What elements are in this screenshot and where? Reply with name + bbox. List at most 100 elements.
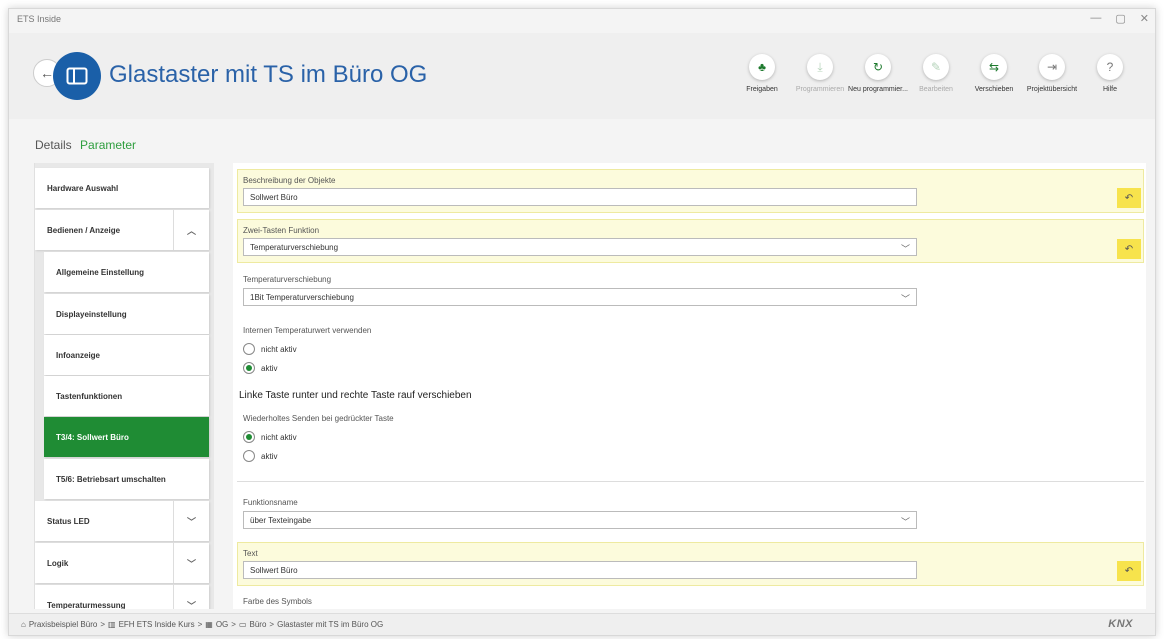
program-button[interactable]: ⤓ Programmieren — [791, 54, 849, 93]
text-label: Text — [243, 549, 258, 558]
sidebar-toggle-icon — [66, 67, 88, 85]
dropdown-value: Temperaturverschiebung — [250, 242, 339, 252]
farbe-label: Farbe des Symbols — [243, 597, 312, 606]
nav-item-tastenfunktionen[interactable]: Tastenfunktionen — [44, 376, 209, 416]
radio-button[interactable] — [243, 362, 255, 374]
nav-item-temperaturmessung[interactable]: Temperaturmessung ﹀ — [35, 585, 209, 609]
building-icon: ▥ — [108, 620, 116, 629]
minimize-icon[interactable]: — — [1090, 12, 1101, 25]
nav-item-bedienen-anzeige[interactable]: Bedienen / Anzeige ︿ — [35, 210, 209, 250]
nav-item-label: Status LED — [47, 516, 90, 526]
status-bar: ⌂ Praxisbeispiel Büro > ▥ EFH ETS Inside… — [9, 613, 1155, 635]
nav-item-logik[interactable]: Logik ﹀ — [35, 543, 209, 583]
nav-item-displayeinstellung[interactable]: Displayeinstellung — [44, 294, 209, 334]
reload-icon: ↻ — [865, 54, 891, 80]
breadcrumb-separator: > — [197, 620, 203, 629]
floor-icon: ▦ — [205, 620, 213, 629]
exit-icon: ⇥ — [1039, 54, 1065, 80]
edit-button[interactable]: ✎ Bearbeiten — [907, 54, 965, 93]
back-arrow-icon: ← — [40, 65, 54, 81]
undo-button[interactable]: ↶ — [1117, 188, 1141, 208]
nav-item-allgemeine-einstellung[interactable]: Allgemeine Einstellung — [44, 252, 209, 292]
temperaturverschiebung-label: Temperaturverschiebung — [243, 275, 332, 284]
chevron-up-icon[interactable]: ︿ — [173, 210, 209, 250]
share-button[interactable]: ♣ Freigaben — [733, 54, 791, 93]
breadcrumb-item[interactable]: Glastaster mit TS im Büro OG — [277, 620, 383, 629]
device-icon — [53, 52, 101, 100]
undo-icon: ↶ — [1124, 192, 1134, 204]
breadcrumb-item[interactable]: Praxisbeispiel Büro — [29, 620, 97, 629]
radio-label: nicht aktiv — [261, 432, 297, 442]
home-icon: ⌂ — [21, 620, 26, 629]
nav-item-label: T3/4: Sollwert Büro — [56, 432, 129, 442]
nav-item-label: Temperaturmessung — [47, 600, 126, 610]
nav-item-label: Displayeinstellung — [56, 309, 127, 319]
breadcrumb-item[interactable]: Büro — [250, 620, 267, 629]
nav-item-hardware-auswahl[interactable]: Hardware Auswahl — [35, 168, 209, 208]
zwei-tasten-dropdown[interactable]: Temperaturverschiebung ﹀ — [243, 238, 917, 256]
nav-item-label: Allgemeine Einstellung — [56, 267, 145, 277]
section-heading: Linke Taste runter und rechte Taste rauf… — [239, 390, 472, 401]
intern-temp-label: Internen Temperaturwert verwenden — [243, 326, 372, 335]
nav-item-t5-6-betriebsart[interactable]: T5/6: Betriebsart umschalten — [44, 459, 209, 499]
reprogram-button[interactable]: ↻ Neu programmier... — [848, 54, 908, 93]
toolbar-label: Verschieben — [974, 86, 1014, 93]
help-icon: ? — [1097, 54, 1123, 80]
breadcrumb-item[interactable]: EFH ETS Inside Kurs — [119, 620, 195, 629]
temperaturverschiebung-dropdown[interactable]: 1Bit Temperaturverschiebung ﹀ — [243, 288, 917, 306]
nav-item-t3-4-sollwert-buero[interactable]: T3/4: Sollwert Büro — [44, 417, 209, 457]
radio-intern-aktiv[interactable]: aktiv — [243, 362, 277, 374]
radio-button[interactable] — [243, 431, 255, 443]
radio-label: aktiv — [261, 363, 278, 373]
nav-item-label: Bedienen / Anzeige — [47, 225, 121, 235]
nav-item-infoanzeige[interactable]: Infoanzeige — [44, 335, 209, 375]
swap-icon: ⇆ — [981, 54, 1007, 80]
dropdown-value: 1Bit Temperaturverschiebung — [250, 292, 354, 302]
app-title: ETS Inside — [17, 14, 62, 24]
toolbar-label: Neu programmier... — [848, 86, 908, 93]
radio-label: aktiv — [261, 451, 278, 461]
pencil-icon: ✎ — [923, 54, 949, 80]
window-controls: — ▢ ✕ — [1090, 12, 1149, 25]
radio-wiederholt-aktiv[interactable]: aktiv — [243, 450, 277, 462]
app-window: ETS Inside — ▢ ✕ ← Glastaster mit TS im … — [8, 8, 1156, 636]
chevron-down-icon[interactable]: ﹀ — [173, 501, 209, 541]
nav-item-status-led[interactable]: Status LED ﹀ — [35, 501, 209, 541]
share-icon: ♣ — [749, 54, 775, 80]
funktionsname-dropdown[interactable]: über Texteingabe ﹀ — [243, 511, 917, 529]
help-button[interactable]: ? Hilfe — [1081, 54, 1139, 93]
close-icon[interactable]: ✕ — [1140, 12, 1149, 25]
toolbar-label: Hilfe — [1102, 86, 1117, 93]
radio-intern-nicht-aktiv[interactable]: nicht aktiv — [243, 343, 297, 355]
chevron-down-icon[interactable]: ﹀ — [173, 585, 209, 609]
beschreibung-input[interactable]: Sollwert Büro — [243, 188, 917, 206]
maximize-icon[interactable]: ▢ — [1115, 12, 1125, 25]
project-overview-button[interactable]: ⇥ Projektübersicht — [1023, 54, 1081, 93]
tab-parameter[interactable]: Parameter — [80, 138, 136, 152]
nav-item-label: T5/6: Betriebsart umschalten — [56, 474, 166, 484]
chevron-down-icon[interactable]: ﹀ — [173, 543, 209, 583]
beschreibung-label: Beschreibung der Objekte — [243, 176, 336, 185]
room-icon: ▭ — [238, 620, 247, 629]
toolbar: ♣ Freigaben ⤓ Programmieren ↻ Neu progra… — [733, 54, 1139, 93]
breadcrumb-item[interactable]: OG — [216, 620, 228, 629]
undo-button[interactable]: ↶ — [1117, 239, 1141, 259]
toolbar-label: Freigaben — [746, 86, 778, 93]
parameter-panel: Beschreibung der Objekte Sollwert Büro ↶… — [233, 163, 1146, 609]
radio-button[interactable] — [243, 343, 255, 355]
toolbar-label: Projektübersicht — [1026, 86, 1078, 93]
breadcrumb: ⌂ Praxisbeispiel Büro > ▥ EFH ETS Inside… — [21, 620, 383, 629]
undo-button[interactable]: ↶ — [1117, 561, 1141, 581]
chevron-down-icon: ﹀ — [900, 244, 910, 254]
dropdown-value: über Texteingabe — [250, 515, 312, 525]
radio-wiederholt-nicht-aktiv[interactable]: nicht aktiv — [243, 431, 297, 443]
nav-item-label: Hardware Auswahl — [47, 183, 119, 193]
radio-button[interactable] — [243, 450, 255, 462]
tab-details[interactable]: Details — [35, 138, 72, 152]
zwei-tasten-label: Zwei-Tasten Funktion — [243, 226, 320, 235]
text-input[interactable]: Sollwert Büro — [243, 561, 917, 579]
move-button[interactable]: ⇆ Verschieben — [965, 54, 1023, 93]
toolbar-label: Bearbeiten — [919, 86, 953, 93]
nav-item-label: Logik — [47, 558, 69, 568]
parameter-nav: Hardware Auswahl Bedienen / Anzeige ︿ Al… — [34, 163, 214, 609]
